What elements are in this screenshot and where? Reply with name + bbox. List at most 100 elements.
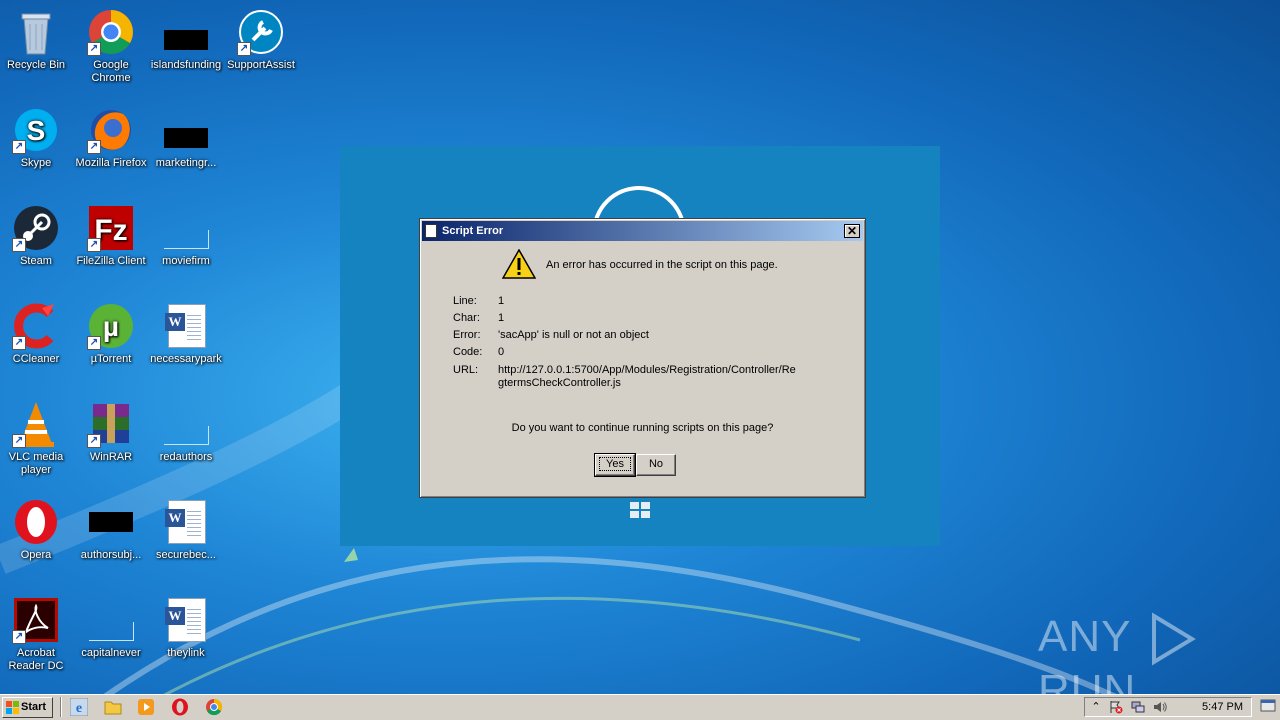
svg-text:S: S — [27, 115, 46, 146]
desktop-icon-label: CCleaner — [12, 353, 60, 365]
file-thumbnail-icon — [89, 622, 134, 641]
desktop-icon-acrobat[interactable]: ↗ Acrobat Reader DC — [0, 596, 74, 673]
desktop-icon-supportassist[interactable]: ↗ SupportAssist — [223, 8, 299, 72]
desktop-icon-label: µTorrent — [90, 353, 132, 365]
desktop-icon-label: VLC media player — [8, 451, 64, 476]
desktop-icon-vlc[interactable]: ↗ VLC media player — [0, 400, 74, 477]
volume-icon[interactable] — [1153, 700, 1167, 714]
char-value: 1 — [498, 312, 505, 324]
system-tray: ⌃ 5:47 PM — [1084, 697, 1252, 717]
desktop-icon-recycle-bin[interactable]: Recycle Bin — [0, 8, 74, 72]
desktop-icon-capitalnever[interactable]: capitalnever — [73, 596, 149, 660]
internet-explorer-icon[interactable]: e — [70, 698, 88, 716]
code-value: 0 — [498, 346, 505, 358]
desktop-icon-redauthors[interactable]: redauthors — [148, 400, 224, 464]
chrome-icon[interactable] — [205, 698, 223, 716]
desktop-icon-label: necessarypark — [150, 353, 222, 365]
desktop-icon-label: Opera — [20, 549, 52, 561]
clock[interactable]: 5:47 PM — [1202, 701, 1243, 713]
yes-button[interactable]: Yes — [594, 453, 636, 477]
desktop-icon-firefox[interactable]: ↗ Mozilla Firefox — [73, 106, 149, 170]
windows-logo-icon — [630, 502, 650, 518]
desktop-icon-label: moviefirm — [162, 255, 210, 267]
shortcut-arrow-icon: ↗ — [87, 140, 101, 154]
desktop-icon-steam[interactable]: ↗ Steam — [0, 204, 74, 268]
desktop-icon-label: Recycle Bin — [6, 59, 66, 71]
opera-icon[interactable] — [171, 698, 189, 716]
yes-button-label: Yes — [599, 457, 631, 471]
start-button[interactable]: Start — [2, 697, 53, 718]
desktop-icon-utorrent[interactable]: µ ↗ µTorrent — [73, 302, 149, 366]
warning-icon — [502, 249, 536, 279]
media-player-icon[interactable] — [137, 698, 155, 716]
shortcut-arrow-icon: ↗ — [12, 630, 26, 644]
tray-expand-button[interactable]: ⌃ — [1089, 700, 1103, 714]
document-icon — [425, 224, 437, 238]
shortcut-arrow-icon: ↗ — [12, 140, 26, 154]
svg-text:µ: µ — [103, 311, 119, 342]
desktop-icon-islandsfunding[interactable]: islandsfunding — [148, 8, 224, 72]
word-document-icon: W — [165, 304, 206, 348]
file-thumbnail-icon — [164, 30, 208, 50]
desktop-icon-label: marketingr... — [155, 157, 217, 169]
file-thumbnail-icon — [89, 512, 133, 532]
desktop-icon-theylink[interactable]: W theylink — [148, 596, 224, 660]
line-value: 1 — [498, 295, 505, 307]
error-value: 'sacApp' is null or not an object — [498, 329, 649, 341]
word-document-icon: W — [165, 500, 206, 544]
desktop-icon-label: FileZilla Client — [76, 255, 146, 267]
shortcut-arrow-icon: ↗ — [12, 336, 26, 350]
error-label: Error: — [453, 329, 481, 341]
desktop-icon-filezilla[interactable]: Fz ↗ FileZilla Client — [73, 204, 149, 268]
taskbar-separator — [60, 697, 62, 717]
word-document-icon: W — [165, 598, 206, 642]
desktop-icon-securebec[interactable]: W securebec... — [148, 498, 224, 562]
desktop-icon-label: Google Chrome — [91, 59, 131, 84]
opera-icon — [15, 500, 57, 544]
desktop-icon-label: WinRAR — [89, 451, 133, 463]
desktop-icon-label: islandsfunding — [150, 59, 222, 71]
script-error-dialog: Script Error ✕ An error has occurred in … — [419, 218, 866, 498]
network-icon[interactable] — [1131, 700, 1145, 714]
desktop-icon-label: authorsubj... — [80, 549, 142, 561]
desktop-icon-chrome[interactable]: ↗ Google Chrome — [73, 8, 149, 85]
url-label: URL: — [453, 364, 479, 376]
code-label: Code: — [453, 346, 483, 358]
start-label: Start — [21, 701, 47, 713]
continue-question: Do you want to continue running scripts … — [511, 422, 774, 434]
desktop-icon-opera[interactable]: Opera — [0, 498, 74, 562]
no-button[interactable]: No — [636, 454, 676, 476]
dialog-titlebar[interactable]: Script Error ✕ — [422, 221, 863, 241]
shortcut-arrow-icon: ↗ — [87, 42, 101, 56]
folder-icon[interactable] — [104, 698, 122, 716]
desktop-icon-ccleaner[interactable]: ↗ CCleaner — [0, 302, 74, 366]
action-center-flag-icon[interactable] — [1109, 700, 1123, 714]
desktop-icon-label: securebec... — [156, 549, 216, 561]
play-logo-icon — [1151, 612, 1196, 666]
taskbar: Start e ⌃ 5:47 PM — [0, 694, 1280, 720]
desktop-icon-marketingr[interactable]: marketingr... — [148, 106, 224, 170]
desktop-icon-label: Acrobat Reader DC — [8, 647, 64, 672]
line-label: Line: — [453, 295, 477, 307]
error-message: An error has occurred in the script on t… — [546, 259, 778, 271]
shortcut-arrow-icon: ↗ — [87, 336, 101, 350]
url-value: http://127.0.0.1:5700/App/Modules/Regist… — [498, 364, 796, 389]
shortcut-arrow-icon: ↗ — [12, 238, 26, 252]
shortcut-arrow-icon: ↗ — [237, 42, 251, 56]
desktop-icon-moviefirm[interactable]: moviefirm — [148, 204, 224, 268]
desktop-icon-authorsubj[interactable]: authorsubj... — [73, 498, 149, 562]
desktop-icon-label: theylink — [167, 647, 205, 659]
file-thumbnail-icon — [164, 128, 208, 148]
desktop-icon-label: Mozilla Firefox — [75, 157, 147, 169]
file-thumbnail-icon — [164, 230, 209, 249]
file-thumbnail-icon — [164, 426, 209, 445]
desktop-icon-skype[interactable]: S ↗ Skype — [0, 106, 74, 170]
desktop-icon-necessarypark[interactable]: W necessarypark — [148, 302, 224, 366]
desktop-icon-winrar[interactable]: ↗ WinRAR — [73, 400, 149, 464]
show-desktop-icon[interactable] — [1260, 699, 1276, 713]
char-label: Char: — [453, 312, 480, 324]
svg-text:e: e — [76, 701, 82, 716]
windows-flag-icon — [6, 701, 19, 714]
desktop-icon-label: capitalnever — [81, 647, 141, 659]
close-button[interactable]: ✕ — [844, 224, 860, 238]
